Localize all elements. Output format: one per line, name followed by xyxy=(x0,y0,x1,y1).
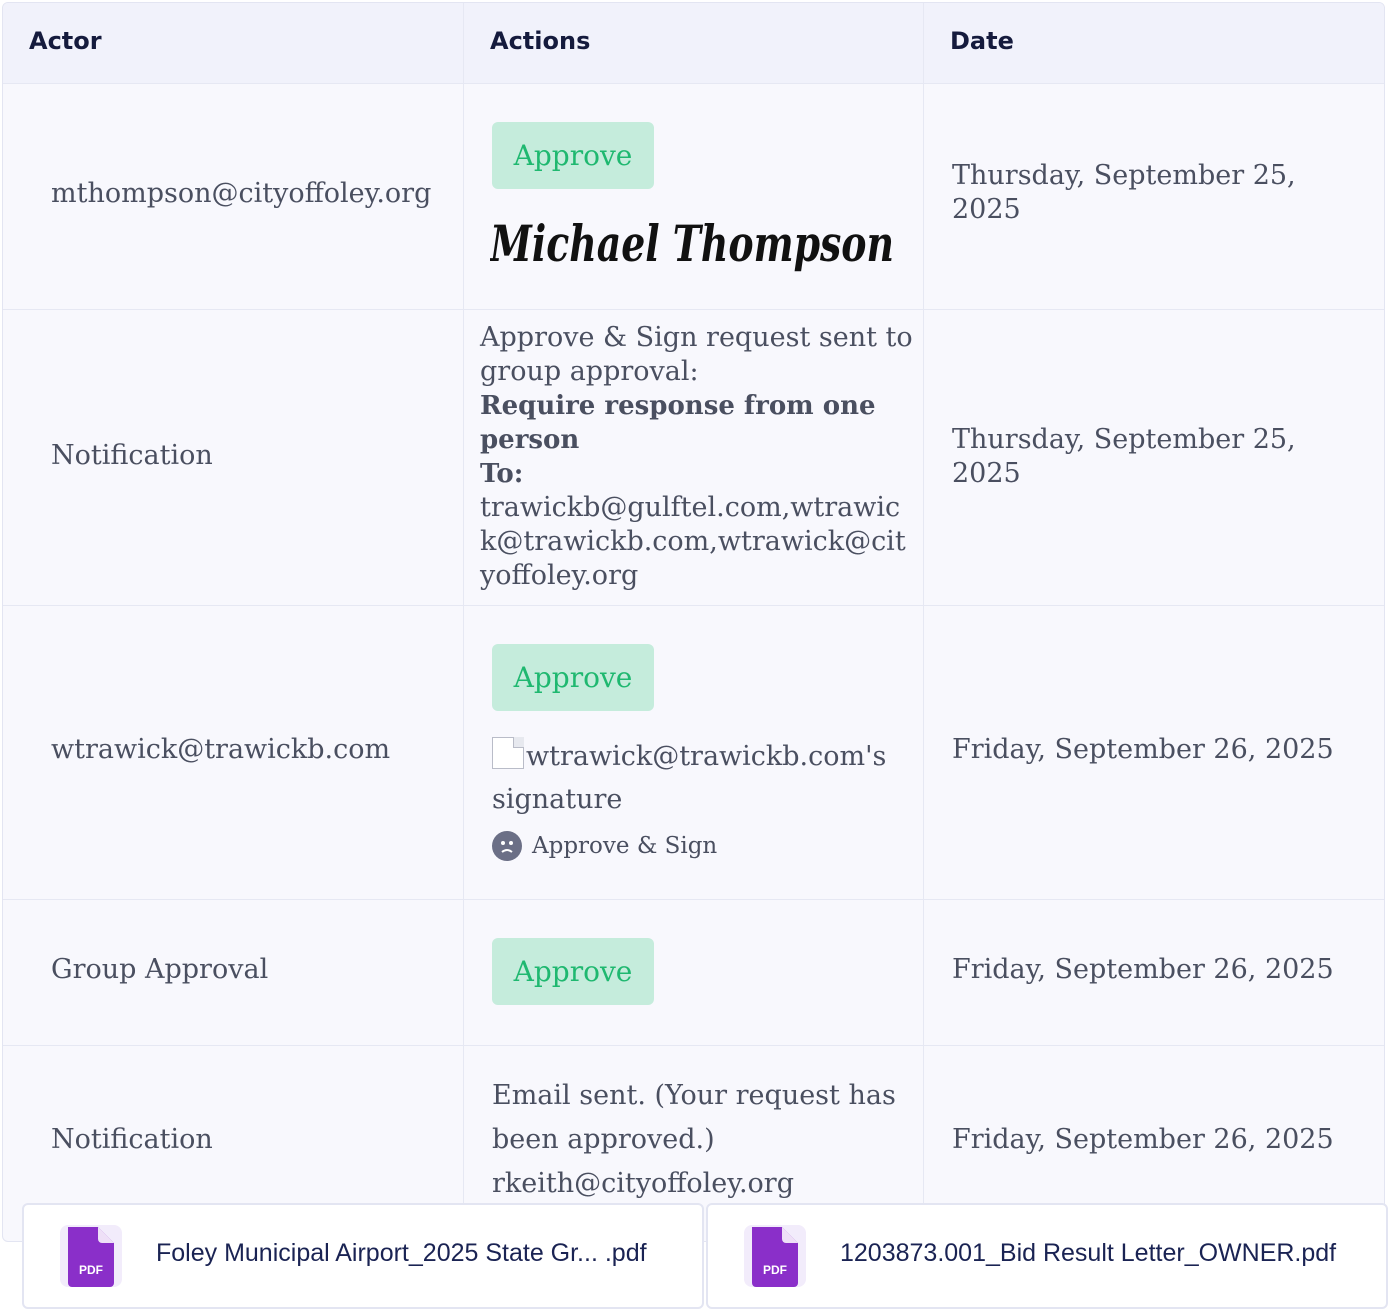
table-header: Actor Actions Date xyxy=(3,3,1384,84)
date-cell: Friday, September 26, 2025 xyxy=(952,1124,1334,1155)
attachment-card[interactable]: PDF Foley Municipal Airport_2025 State G… xyxy=(22,1203,704,1309)
action-text: Approve & Sign request sent to xyxy=(480,322,913,353)
attachment-filename[interactable]: 1203873.001_Bid Result Letter_OWNER.pdf xyxy=(840,1239,1336,1268)
approval-method: Approve & Sign xyxy=(492,831,717,861)
date-cell: Friday, September 26, 2025 xyxy=(952,954,1334,985)
approve-button[interactable]: Approve xyxy=(492,938,654,1005)
table-row: mthompson@cityoffoley.org Approve Michae… xyxy=(3,83,1384,310)
date-cell: Thursday, September 25, xyxy=(952,424,1296,455)
approve-button[interactable]: Approve xyxy=(492,644,654,711)
svg-text:Michael Thompson: Michael Thompson xyxy=(490,214,894,273)
activity-table: Actor Actions Date mthompson@cityoffoley… xyxy=(2,2,1385,1242)
svg-text:PDF: PDF xyxy=(763,1263,787,1277)
action-text: group approval: xyxy=(480,356,699,387)
action-text: been approved.) xyxy=(492,1124,715,1155)
recipients: yoffoley.org xyxy=(480,560,639,591)
table-row: wtrawick@trawickb.com Approve wtrawick@t… xyxy=(3,605,1384,900)
broken-image-icon xyxy=(492,737,524,769)
signature-alt-text: wtrawick@trawickb.com's xyxy=(492,737,886,774)
approve-button[interactable]: Approve xyxy=(492,122,654,189)
date-cell: Friday, September 26, 2025 xyxy=(952,734,1334,765)
header-actions: Actions xyxy=(490,27,591,55)
action-recipient: rkeith@cityoffoley.org xyxy=(492,1168,794,1199)
actor-cell: Notification xyxy=(51,440,213,471)
pdf-file-icon: PDF xyxy=(60,1225,122,1287)
actor-cell: Group Approval xyxy=(51,954,269,985)
attachment-card[interactable]: PDF 1203873.001_Bid Result Letter_OWNER.… xyxy=(706,1203,1388,1309)
table-row: Group Approval Approve Friday, September… xyxy=(3,899,1384,1046)
date-cell: Thursday, September 25, xyxy=(952,160,1296,191)
action-text: Email sent. (Your request has xyxy=(492,1080,896,1111)
signature-image: Michael Thompson xyxy=(490,214,894,273)
attachment-bar: PDF Foley Municipal Airport_2025 State G… xyxy=(0,1203,1391,1313)
svg-text:PDF: PDF xyxy=(79,1263,103,1277)
actor-cell: mthompson@cityoffoley.org xyxy=(51,178,432,209)
pdf-file-icon: PDF xyxy=(744,1225,806,1287)
recipients: k@trawickb.com,wtrawick@cit xyxy=(480,526,906,557)
table-row: Notification Approve & Sign request sent… xyxy=(3,309,1384,606)
response-rule: Require response from one xyxy=(480,391,876,421)
response-rule: person xyxy=(480,425,580,455)
signature-alt-text: signature xyxy=(492,784,623,815)
actor-cell: Notification xyxy=(51,1124,213,1155)
actor-cell: wtrawick@trawickb.com xyxy=(51,734,391,765)
header-actor: Actor xyxy=(29,27,102,55)
to-label: To: xyxy=(480,459,524,489)
header-date: Date xyxy=(950,27,1014,55)
user-face-icon xyxy=(492,831,522,861)
date-cell-year: 2025 xyxy=(952,194,1021,225)
recipients: trawickb@gulftel.com,wtrawic xyxy=(480,492,901,523)
date-cell-year: 2025 xyxy=(952,458,1021,489)
attachment-filename[interactable]: Foley Municipal Airport_2025 State Gr...… xyxy=(156,1239,647,1268)
